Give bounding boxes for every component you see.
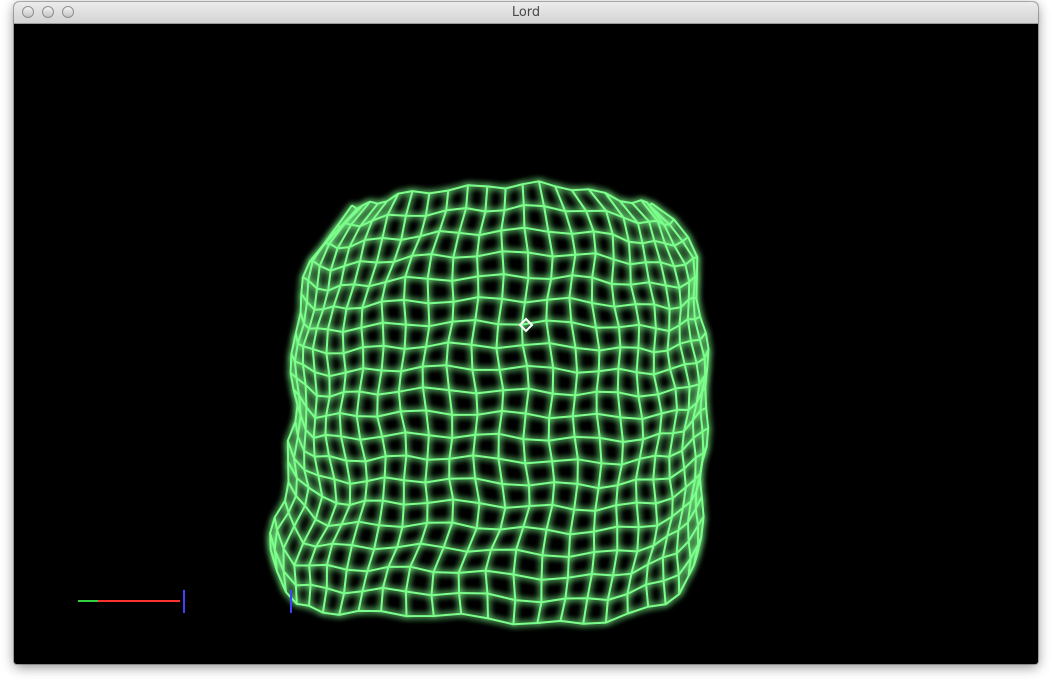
3d-viewport[interactable] (14, 24, 1038, 664)
mesh-horizontal-line (302, 273, 698, 292)
mesh-horizontal-line (269, 549, 698, 626)
scene-canvas[interactable] (14, 24, 1038, 664)
window-title: Lord (511, 5, 541, 20)
wireframe-head-mesh[interactable] (269, 180, 710, 626)
mesh-horizontal-line (294, 421, 709, 466)
mesh-horizontal-line (300, 293, 697, 311)
mesh-horizontal-line (322, 226, 689, 250)
mesh-vertical-line (338, 193, 400, 616)
title-bar[interactable]: Lord (14, 2, 1038, 24)
mesh-vertical-line (269, 204, 353, 550)
app-window: Lord (14, 2, 1038, 664)
axis-gizmo (78, 590, 292, 613)
mesh-vertical-line (512, 184, 531, 625)
mesh-horizontal-line (294, 332, 707, 355)
